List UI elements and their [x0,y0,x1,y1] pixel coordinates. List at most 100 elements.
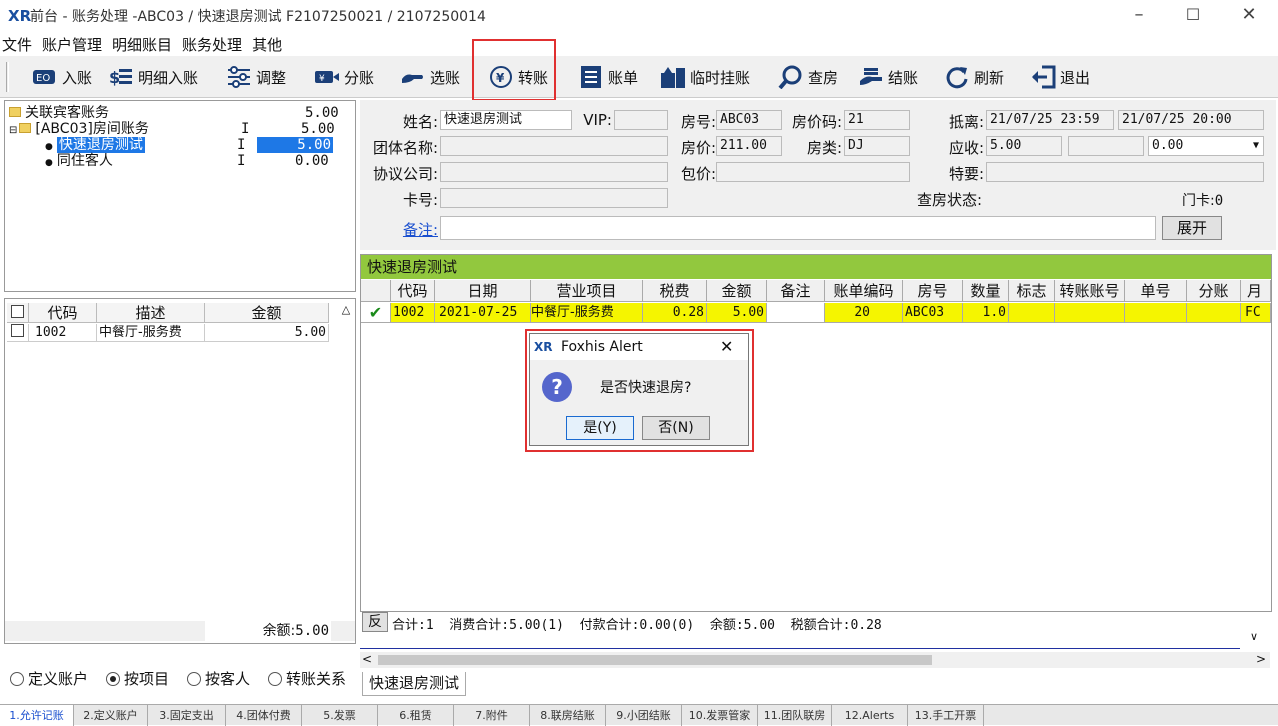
room-type-field[interactable]: DJ [844,136,910,156]
tab-alerts[interactable]: 12.Alerts [832,705,908,726]
tab-invoice-manager[interactable]: 10.发票管家 [682,705,758,726]
room-type-label: 房类: [806,139,842,157]
scroll-up-icon[interactable]: △ [339,303,353,323]
arrival-field[interactable]: 21/07/25 23:59 [986,110,1114,130]
maximize-button[interactable]: ☐ [1178,4,1208,28]
menu-detail[interactable]: 明细账目 [112,34,172,55]
expand-button[interactable]: 展开 [1162,216,1222,240]
room-check-icon [778,65,802,89]
receivable-field-2[interactable] [1068,136,1144,156]
receivable-field[interactable]: 5.00 [986,136,1062,156]
checkout-button[interactable]: 结账 [858,62,918,92]
radio-circle [187,671,202,686]
vip-field[interactable] [614,110,668,130]
tree-guest[interactable]: ● 快速退房测试 I 5.00 [45,137,335,153]
cell-item[interactable]: 中餐厅-服务费 [531,303,643,323]
cell-transfer[interactable] [1055,303,1125,323]
header-doc: 单号 [1125,280,1187,302]
ledger-tab[interactable]: 快速退房测试 [362,672,467,696]
tree-room[interactable]: ⊟ [ABC03]房间账务 I 5.00 [9,121,349,137]
name-field[interactable]: 快速退房测试 [440,110,572,130]
remark-link[interactable]: 备注: [360,219,438,240]
post-button[interactable]: EO 入账 [32,62,92,92]
company-field[interactable] [440,162,668,182]
refresh-button[interactable]: 刷新 [944,62,1004,92]
detail-post-button[interactable]: $ 明细入账 [108,62,198,92]
radio-define-account[interactable]: 定义账户 [10,668,88,689]
checkbox[interactable] [11,324,24,337]
menu-other[interactable]: 其他 [252,34,282,55]
cell-date[interactable]: 2021-07-25 [435,303,531,323]
card-field[interactable] [440,188,668,208]
radio-by-guest[interactable]: 按客人 [187,668,250,689]
special-field[interactable] [986,162,1264,182]
tab-linked-checkout[interactable]: 8.联房结账 [530,705,606,726]
menu-account-mgmt[interactable]: 账户管理 [42,34,102,55]
tree-root[interactable]: 关联宾客账务 5.00 [9,105,349,121]
cell-split[interactable] [1187,303,1241,323]
horizontal-scrollbar[interactable]: < > [360,652,1270,668]
tab-manual-invoice[interactable]: 13.手工开票 [908,705,984,726]
split-button[interactable]: ¥ 分账 [314,62,374,92]
header-note: 备注 [767,280,825,302]
tab-small-group-checkout[interactable]: 9.小团结账 [606,705,682,726]
scroll-thumb[interactable] [378,655,932,665]
tree-root-amount: 5.00 [305,105,339,121]
receivable-dropdown[interactable]: 0.00 ▼ [1148,136,1264,156]
room-field[interactable]: ABC03 [716,110,782,130]
tab-fixed-expense[interactable]: 3.固定支出 [148,705,226,726]
tree-coguest[interactable]: ● 同住客人 I 0.00 [45,153,335,169]
radio-transfer-relation[interactable]: 转账关系 [268,668,346,689]
tab-group-pay[interactable]: 4.团体付费 [226,705,302,726]
remark-field[interactable] [440,216,1156,240]
tab-lease[interactable]: 6.租赁 [378,705,454,726]
menu-file[interactable]: 文件 [2,34,32,55]
departure-field[interactable]: 21/07/25 20:00 [1118,110,1264,130]
close-button[interactable]: ✕ [1234,4,1264,28]
radio-by-item[interactable]: 按项目 [106,668,169,689]
cell-tax[interactable]: 0.28 [643,303,707,323]
tab-define-account[interactable]: 2.定义账户 [74,705,148,726]
bill-button[interactable]: 账单 [578,62,638,92]
cell-note[interactable] [767,303,825,323]
scroll-right-icon[interactable]: > [1256,652,1266,666]
cell-code: 1002 [29,324,97,342]
select-button[interactable]: 选账 [400,62,460,92]
cell-bill[interactable]: 20 [825,303,903,323]
scroll-left-icon[interactable]: < [362,652,372,666]
price-field[interactable]: 211.00 [716,136,782,156]
header-item: 营业项目 [531,280,643,302]
adjust-button[interactable]: 调整 [226,62,286,92]
minimize-button[interactable]: – [1124,4,1154,28]
tree-coguest-amount: 0.00 [295,153,329,169]
cell-qty[interactable]: 1.0 [963,303,1009,323]
cell-extra[interactable]: FC [1241,303,1271,323]
tab-allow-post[interactable]: 1.允许记账 [0,705,74,726]
chevron-down-icon[interactable]: ▼ [1253,137,1259,155]
cell-doc[interactable] [1125,303,1187,323]
balance-value: 5.00 [295,623,329,639]
reverse-button[interactable]: 反 [362,612,388,632]
row-checkbox-cell[interactable] [7,324,29,342]
cell-amount[interactable]: 5.00 [707,303,767,323]
collapse-icon[interactable]: ⊟ [9,125,17,136]
rate-code-field[interactable]: 21 [844,110,910,130]
cell-code[interactable]: 1002 [391,303,435,323]
tab-attachment[interactable]: 7.附件 [454,705,530,726]
temp-hang-button[interactable]: 临时挂账 [660,62,750,92]
radio-circle [10,671,24,686]
cell-room[interactable]: ABC03 [903,303,963,323]
tab-group-linked-room[interactable]: 11.团队联房 [758,705,832,726]
exit-button[interactable]: 退出 [1030,62,1090,92]
group-field[interactable] [440,136,668,156]
annotation-highlight-dialog [525,329,754,452]
tab-invoice[interactable]: 5.发票 [302,705,378,726]
checkbox[interactable] [11,305,24,318]
package-field[interactable] [716,162,910,182]
select-all-checkbox-cell[interactable] [7,303,29,323]
scroll-down-icon[interactable]: ∨ [1250,630,1264,646]
header-indicator [361,280,391,302]
room-check-button[interactable]: 查房 [778,62,838,92]
menu-billing[interactable]: 账务处理 [182,34,242,55]
cell-flag[interactable] [1009,303,1055,323]
